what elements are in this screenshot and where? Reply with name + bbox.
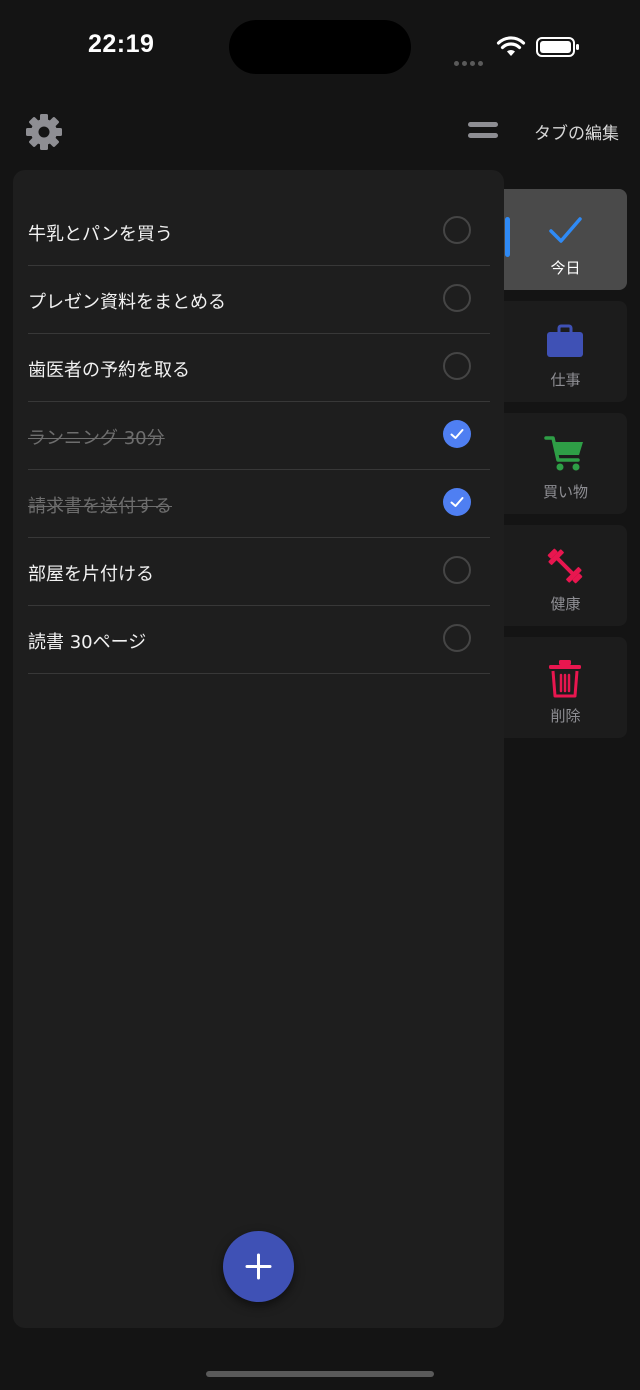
settings-gear-icon[interactable]: [24, 112, 64, 152]
task-text: 牛乳とパンを買う: [28, 224, 173, 245]
tab-label: 健康: [550, 595, 581, 613]
home-indicator[interactable]: [206, 1371, 434, 1377]
active-tab-indicator: [505, 217, 510, 257]
dynamic-island: [229, 20, 411, 74]
wifi-icon: [496, 36, 526, 56]
cart-icon: [544, 436, 583, 471]
task-text: 読書 30ページ: [28, 632, 147, 653]
task-row[interactable]: 牛乳とパンを買う: [28, 198, 490, 266]
tab-label: 今日: [550, 259, 581, 277]
task-row[interactable]: プレゼン資料をまとめる: [28, 266, 490, 334]
tab-today[interactable]: 今日: [504, 189, 627, 290]
checkmark-icon: [450, 497, 464, 507]
task-checkbox[interactable]: [443, 216, 471, 244]
task-row[interactable]: 部屋を片付ける: [28, 538, 490, 606]
tab-delete[interactable]: 削除: [504, 637, 627, 738]
task-checkbox[interactable]: [443, 284, 471, 312]
task-row[interactable]: ランニング 30分: [28, 402, 490, 470]
tab-work[interactable]: 仕事: [504, 301, 627, 402]
briefcase-icon: [547, 324, 583, 357]
tab-label: 買い物: [542, 483, 588, 501]
task-checkbox[interactable]: [443, 624, 471, 652]
tab-sidebar: 今日 仕事 買い物 健康 削除: [504, 189, 627, 749]
task-text: 歯医者の予約を取る: [28, 360, 190, 381]
task-row[interactable]: 歯医者の予約を取る: [28, 334, 490, 402]
cellular-signal-icon: [454, 51, 488, 66]
tab-shopping[interactable]: 買い物: [504, 413, 627, 514]
task-checkbox[interactable]: [443, 352, 471, 380]
task-text: 部屋を片付ける: [28, 564, 154, 585]
checkmark-icon: [549, 217, 582, 243]
task-text: プレゼン資料をまとめる: [28, 292, 226, 313]
battery-icon: [536, 37, 579, 57]
add-task-button[interactable]: [223, 1231, 294, 1302]
tab-label: 削除: [550, 707, 581, 725]
plus-icon: [245, 1253, 272, 1280]
task-list: 牛乳とパンを買う プレゼン資料をまとめる 歯医者の予約を取る ランニング 30分…: [28, 198, 490, 674]
task-row[interactable]: 請求書を送付する: [28, 470, 490, 538]
task-text: ランニング 30分: [28, 428, 165, 449]
menu-icon[interactable]: [468, 122, 498, 140]
task-checkbox-checked[interactable]: [443, 488, 471, 516]
tab-label: 仕事: [550, 371, 581, 389]
tab-health[interactable]: 健康: [504, 525, 627, 626]
trash-icon: [549, 660, 581, 698]
task-row[interactable]: 読書 30ページ: [28, 606, 490, 674]
task-text: 請求書を送付する: [28, 496, 172, 517]
task-checkbox[interactable]: [443, 556, 471, 584]
status-time: 22:19: [88, 30, 155, 58]
edit-tabs-button[interactable]: タブの編集: [534, 119, 619, 144]
dumbbell-icon: [547, 548, 583, 584]
checkmark-icon: [450, 429, 464, 439]
task-checkbox-checked[interactable]: [443, 420, 471, 448]
